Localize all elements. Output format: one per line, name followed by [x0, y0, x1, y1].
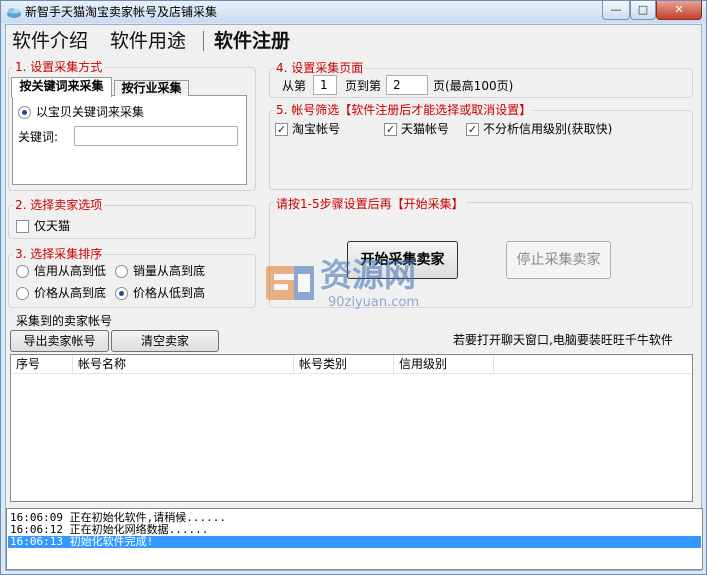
log-time: 16:06:13 — [10, 535, 63, 548]
col-index[interactable]: 序号 — [11, 355, 73, 373]
tmall-account-checkbox[interactable]: ✓ — [384, 123, 397, 136]
chat-note: 若要打开聊天窗口,电脑要装旺旺千牛软件 — [453, 333, 673, 347]
title-bar[interactable]: 新智手天猫淘宝卖家帐号及店铺采集 — □ ✕ — [1, 1, 706, 23]
export-accounts-button[interactable]: 导出卖家帐号 — [10, 330, 109, 352]
action-prompt: 请按1-5步骤设置后再【开始采集】 — [274, 197, 466, 211]
group-seller-options-title: 2. 选择卖家选项 — [13, 198, 105, 212]
radio-sales-desc[interactable] — [115, 265, 128, 278]
menu-separator — [203, 31, 204, 51]
group-account-filter-title: 5. 帐号筛选【软件注册后才能选择或取消设置】 — [274, 103, 534, 117]
to-page-label: 页到第 — [345, 79, 382, 93]
log-line-selected: 16:06:13 初始化软件完成! — [8, 536, 701, 548]
radio-keyword-collect[interactable] — [18, 106, 31, 119]
minimize-button[interactable]: — — [602, 1, 630, 20]
maximize-button[interactable]: □ — [630, 1, 656, 20]
watermark-url: 90ziyuan.com — [328, 295, 420, 310]
group-page-range-title: 4. 设置采集页面 — [274, 61, 366, 75]
col-credit-level[interactable]: 信用级别 — [394, 355, 494, 373]
menu-software-intro[interactable]: 软件介绍 — [12, 29, 88, 53]
radio-price-asc-label: 价格从低到高 — [133, 286, 206, 300]
app-icon — [7, 8, 21, 18]
from-page-label: 从第 — [282, 79, 307, 93]
close-button[interactable]: ✕ — [656, 1, 702, 20]
tmall-account-label: 天猫帐号 — [401, 122, 450, 136]
table-header: 序号 帐号名称 帐号类别 信用级别 — [11, 355, 692, 374]
skip-credit-label: 不分析信用级别(获取快) — [483, 122, 613, 136]
result-title: 采集到的卖家帐号 — [16, 314, 113, 328]
watermark-emblem-icon — [266, 266, 314, 300]
col-account-type[interactable]: 帐号类别 — [294, 355, 394, 373]
radio-sales-desc-label: 销量从高到底 — [133, 264, 206, 278]
results-table[interactable]: 序号 帐号名称 帐号类别 信用级别 — [10, 354, 693, 502]
log-text: 初始化软件完成! — [69, 535, 154, 548]
menu-software-usage[interactable]: 软件用途 — [110, 29, 186, 53]
radio-credit-desc-label: 信用从高到低 — [34, 264, 107, 278]
keyword-input[interactable] — [74, 126, 238, 146]
watermark-logo: 资源网 90ziyuan.com — [264, 257, 474, 317]
group-sort-order-title: 3. 选择采集排序 — [13, 247, 105, 261]
tab-keyword[interactable]: 按关键词来采集 — [11, 77, 112, 97]
radio-price-asc[interactable] — [115, 287, 128, 300]
taobao-account-checkbox[interactable]: ✓ — [275, 123, 288, 136]
from-page-input[interactable] — [313, 75, 337, 95]
group-collect-method-title: 1. 设置采集方式 — [13, 60, 105, 74]
col-account-name[interactable]: 帐号名称 — [73, 355, 294, 373]
stop-collect-button[interactable]: 停止采集卖家 — [506, 241, 611, 279]
tmall-only-checkbox[interactable] — [16, 220, 29, 233]
radio-credit-desc[interactable] — [16, 265, 29, 278]
watermark-text: 资源网 — [320, 256, 417, 294]
radio-keyword-collect-label: 以宝贝关键词来采集 — [36, 105, 145, 119]
menu-software-register[interactable]: 软件注册 — [214, 29, 290, 53]
log-box[interactable]: 16:06:09 正在初始化软件,请稍候...... 16:06:12 正在初始… — [6, 508, 703, 570]
clear-sellers-button[interactable]: 清空卖家 — [111, 330, 219, 352]
taobao-account-label: 淘宝帐号 — [292, 122, 341, 136]
window-title: 新智手天猫淘宝卖家帐号及店铺采集 — [25, 5, 218, 19]
client-area: 软件介绍 软件用途 软件注册 1. 设置采集方式 按关键词来采集 按行业采集 以… — [5, 24, 703, 571]
tab-industry[interactable]: 按行业采集 — [114, 80, 189, 96]
radio-price-desc[interactable] — [16, 287, 29, 300]
tmall-only-label: 仅天猫 — [34, 219, 71, 233]
page-unit-label: 页(最高100页) — [433, 79, 514, 93]
skip-credit-checkbox[interactable]: ✓ — [466, 123, 479, 136]
app-window: 新智手天猫淘宝卖家帐号及店铺采集 — □ ✕ 软件介绍 软件用途 软件注册 1.… — [0, 0, 707, 575]
radio-price-desc-label: 价格从高到底 — [34, 286, 107, 300]
to-page-input[interactable] — [386, 75, 428, 95]
keyword-label: 关键词: — [18, 130, 59, 144]
